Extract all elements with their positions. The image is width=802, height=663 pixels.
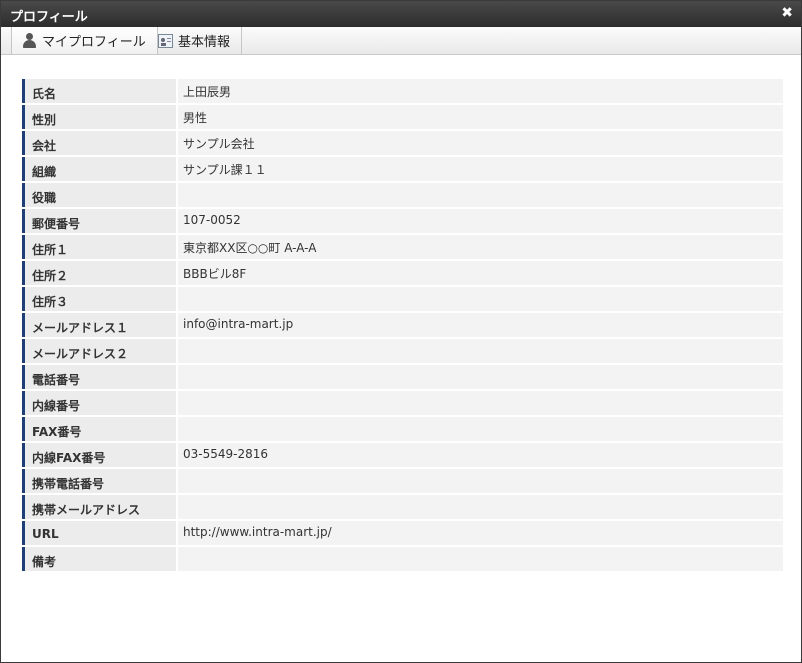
table-row: 氏名 上田辰男 — [22, 78, 783, 104]
title-bar: プロフィール ✖ — [1, 1, 801, 27]
field-value — [178, 339, 783, 363]
field-value: http://www.intra-mart.jp/ — [178, 521, 783, 545]
tab-basic-info-label: 基本情報 — [178, 35, 231, 50]
table-row: 携帯電話番号 — [22, 468, 783, 494]
field-value — [178, 365, 783, 389]
field-value: 上田辰男 — [178, 79, 783, 103]
dialog-title: プロフィール — [10, 10, 88, 25]
field-label: 会社 — [22, 131, 176, 155]
field-label: メールアドレス２ — [22, 339, 176, 363]
field-label: 郵便番号 — [22, 209, 176, 233]
person-icon — [22, 33, 37, 48]
field-label: URL — [22, 521, 176, 545]
close-icon[interactable]: ✖ — [781, 5, 793, 21]
field-label: 備考 — [22, 547, 176, 571]
field-label: 内線FAX番号 — [22, 443, 176, 467]
field-value — [178, 287, 783, 311]
field-label: 性別 — [22, 105, 176, 129]
table-row: 住所３ — [22, 286, 783, 312]
field-value: サンプル課１１ — [178, 157, 783, 181]
field-label: 住所３ — [22, 287, 176, 311]
field-value — [178, 495, 783, 519]
table-row: 内線番号 — [22, 390, 783, 416]
table-row: 会社 サンプル会社 — [22, 130, 783, 156]
field-value: 男性 — [178, 105, 783, 129]
table-row: 電話番号 — [22, 364, 783, 390]
field-value: info@intra-mart.jp — [178, 313, 783, 337]
table-row: 携帯メールアドレス — [22, 494, 783, 520]
field-value: 03-5549-2816 — [178, 443, 783, 467]
table-row: 郵便番号 107-0052 — [22, 208, 783, 234]
field-value: BBBビル8F — [178, 261, 783, 285]
table-row: 内線FAX番号 03-5549-2816 — [22, 442, 783, 468]
profile-dialog: プロフィール ✖ マイプロフィール 基本情報 氏名 上田辰男 性別 男性 会社 … — [0, 0, 802, 663]
field-label: メールアドレス１ — [22, 313, 176, 337]
field-value: 107-0052 — [178, 209, 783, 233]
field-label: 内線番号 — [22, 391, 176, 415]
field-value: サンプル会社 — [178, 131, 783, 155]
table-row: 役職 — [22, 182, 783, 208]
table-row: 住所２ BBBビル8F — [22, 260, 783, 286]
field-label: 携帯電話番号 — [22, 469, 176, 493]
table-row: 性別 男性 — [22, 104, 783, 130]
tab-bar: マイプロフィール 基本情報 — [1, 27, 801, 55]
table-row: URL http://www.intra-mart.jp/ — [22, 520, 783, 546]
tab-basic-info[interactable]: 基本情報 — [148, 27, 243, 54]
field-label: 住所２ — [22, 261, 176, 285]
field-value — [178, 183, 783, 207]
table-row: 備考 — [22, 546, 783, 572]
field-label: 電話番号 — [22, 365, 176, 389]
field-label: 携帯メールアドレス — [22, 495, 176, 519]
table-row: 住所１ 東京都XX区○○町 A-A-A — [22, 234, 783, 260]
table-row: メールアドレス１ info@intra-mart.jp — [22, 312, 783, 338]
field-value — [178, 391, 783, 415]
table-row: 組織 サンプル課１１ — [22, 156, 783, 182]
table-row: メールアドレス２ — [22, 338, 783, 364]
field-value — [178, 469, 783, 493]
profile-table: 氏名 上田辰男 性別 男性 会社 サンプル会社 組織 サンプル課１１ 役職 郵便… — [22, 78, 783, 572]
tab-my-profile[interactable]: マイプロフィール — [11, 27, 158, 54]
id-card-icon — [158, 33, 173, 48]
field-value: 東京都XX区○○町 A-A-A — [178, 235, 783, 259]
table-row: FAX番号 — [22, 416, 783, 442]
field-label: 氏名 — [22, 79, 176, 103]
field-value — [178, 417, 783, 441]
tab-my-profile-label: マイプロフィール — [42, 35, 146, 50]
field-label: FAX番号 — [22, 417, 176, 441]
field-label: 組織 — [22, 157, 176, 181]
field-value — [178, 547, 783, 571]
field-label: 役職 — [22, 183, 176, 207]
field-label: 住所１ — [22, 235, 176, 259]
